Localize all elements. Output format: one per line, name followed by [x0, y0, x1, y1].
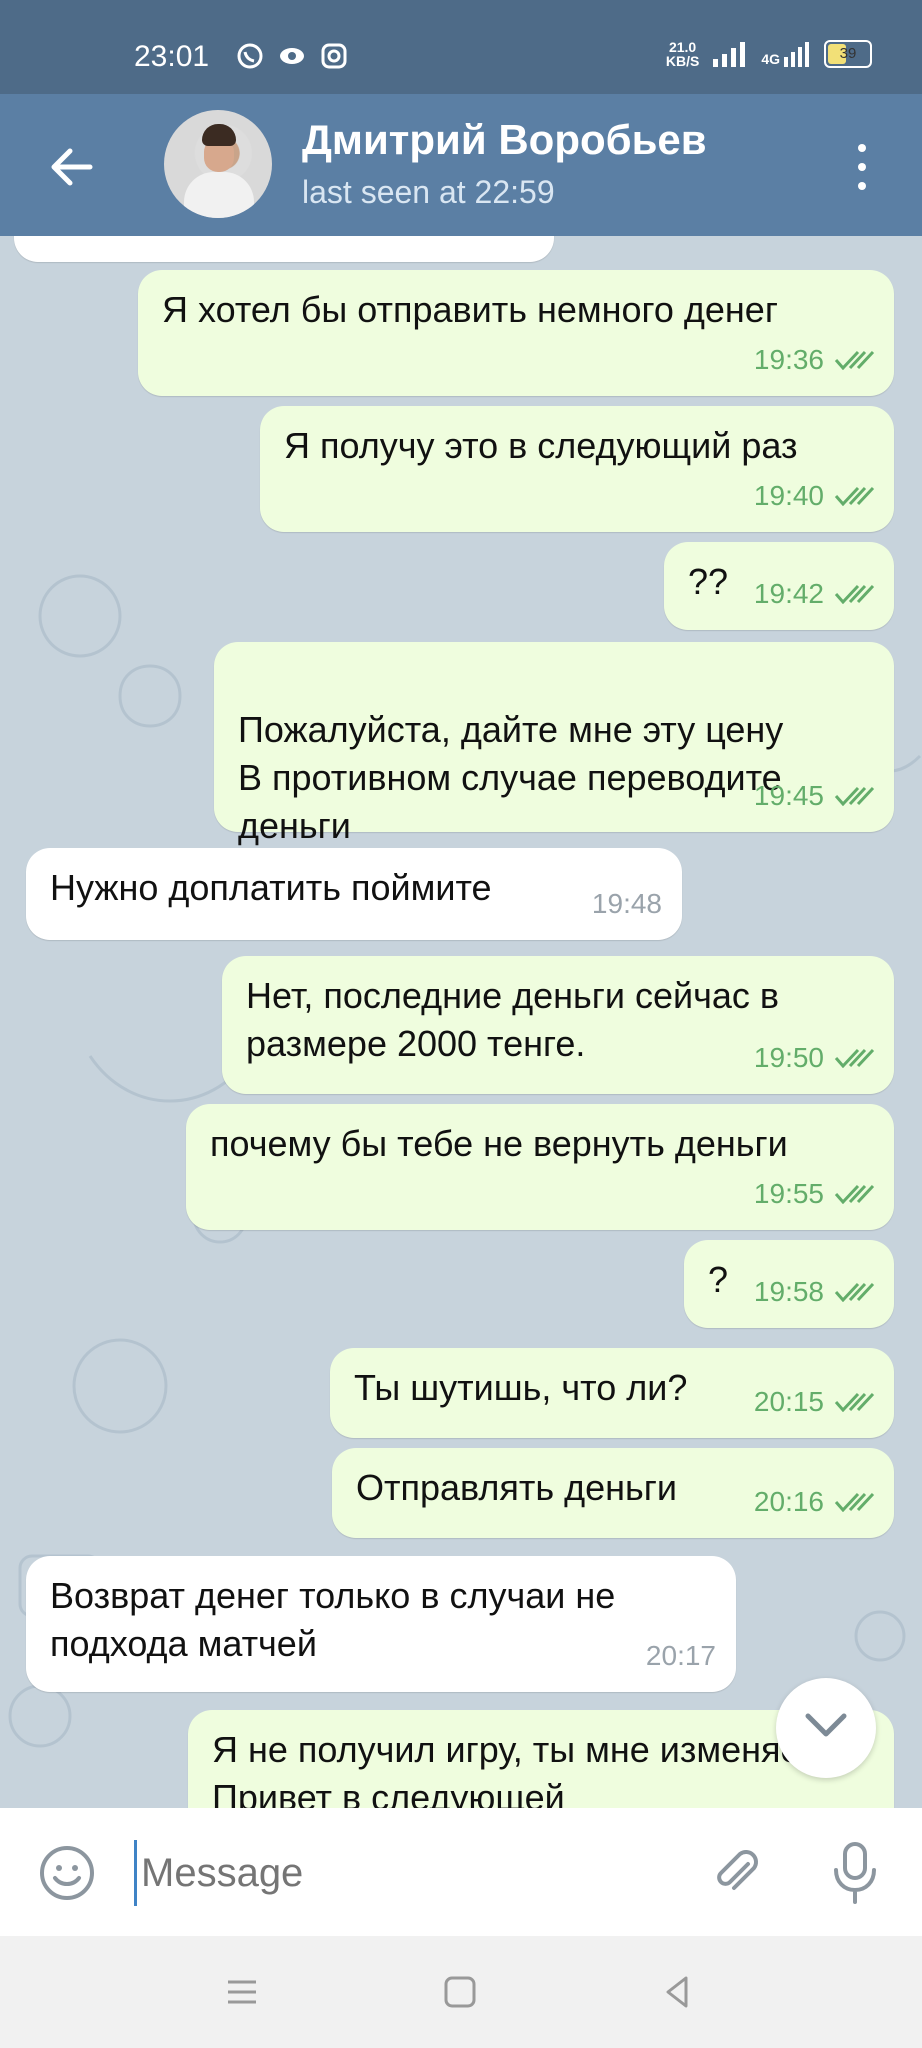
message-text: почему бы тебе не вернуть деньги — [210, 1123, 788, 1164]
status-bar: 23:01 21.0 KB/S 4G 39 — [0, 0, 922, 94]
status-notification-icons — [236, 42, 348, 70]
emoji-icon[interactable] — [38, 1844, 96, 1902]
message-bubble-outgoing[interactable]: Я получу это в следующий раз 19:40 — [260, 406, 894, 532]
message-time: 19:50 — [753, 1042, 824, 1073]
message-meta: 19:58 — [754, 1268, 876, 1316]
message-bubble-outgoing[interactable]: почему бы тебе не вернуть деньги 19:55 — [186, 1104, 894, 1230]
message-time: 19:45 — [753, 780, 824, 811]
double-check-icon — [834, 1184, 875, 1204]
chevron-down-icon — [805, 1713, 847, 1737]
contact-name[interactable]: Дмитрий Воробьев — [302, 116, 707, 164]
message-meta: 20:15 — [754, 1378, 876, 1426]
chat-header: Дмитрий Воробьев last seen at 22:59 — [0, 94, 922, 236]
battery-level: 39 — [839, 45, 857, 62]
message-text: Я получу это в следующий раз — [284, 425, 798, 466]
message-bubble-outgoing[interactable]: Пожалуйста, дайте мне эту цену В противн… — [214, 642, 894, 846]
message-bubble-outgoing[interactable]: Ты шутишь, что ли? 20:15 — [330, 1348, 894, 1438]
message-meta: 20:16 — [754, 1478, 876, 1526]
battery-icon: 39 — [824, 40, 872, 68]
microphone-icon[interactable] — [828, 1840, 882, 1906]
back-arrow-icon[interactable] — [44, 139, 100, 195]
message-meta: 19:36 — [754, 336, 876, 384]
message-text: Я не получил игру, ты мне изменяешь. При… — [212, 1729, 859, 1808]
message-meta: 19:50 — [754, 1034, 876, 1082]
message-time: 19:36 — [753, 344, 824, 375]
eye-icon — [280, 48, 304, 64]
message-time: 19:55 — [753, 1178, 824, 1209]
double-check-icon — [834, 350, 875, 370]
message-time: 19:48 — [591, 888, 662, 919]
scroll-to-bottom-button[interactable] — [776, 1678, 876, 1778]
message-meta: 19:40 — [754, 472, 876, 520]
signal-icon — [784, 42, 809, 67]
avatar[interactable] — [164, 110, 272, 218]
whatsapp-icon — [237, 43, 263, 69]
double-check-icon — [834, 786, 875, 806]
message-text: Я хотел бы отправить немного денег — [162, 289, 778, 330]
double-check-icon — [834, 584, 875, 604]
message-input[interactable] — [134, 1840, 663, 1906]
message-time: 20:15 — [753, 1386, 824, 1417]
double-check-icon — [834, 1282, 875, 1302]
message-time: 19:58 — [753, 1276, 824, 1307]
message-time: 19:42 — [753, 578, 824, 609]
back-icon[interactable] — [656, 1970, 700, 2014]
network-4g: 4G — [761, 41, 810, 67]
network-speed: 21.0 KB/S — [666, 40, 699, 68]
message-bubble-outgoing[interactable]: ? 19:58 — [684, 1240, 894, 1328]
message-meta: 19:42 — [754, 570, 876, 618]
message-bubble-incoming[interactable]: Возврат денег только в случаи не подхода… — [26, 1556, 736, 1692]
menu-icon[interactable] — [220, 1970, 264, 2014]
chat-messages[interactable]: Я хотел бы отправить немного денег 19:36… — [0, 236, 922, 1808]
message-time: 20:16 — [753, 1486, 824, 1517]
instagram-icon — [321, 43, 347, 69]
system-navigation-bar — [0, 1936, 922, 2048]
more-options-icon[interactable] — [846, 144, 878, 190]
message-bubble-incoming[interactable]: Нужно доплатить поймите 19:48 — [26, 848, 682, 940]
message-bubble-outgoing[interactable]: Отправлять деньги 20:16 — [332, 1448, 894, 1538]
message-meta: 20:17 — [646, 1632, 716, 1680]
message-bubble-outgoing[interactable]: ?? 19:42 — [664, 542, 894, 630]
network-type: 4G — [761, 51, 780, 67]
message-composer — [0, 1808, 922, 1936]
status-time: 23:01 — [134, 40, 210, 73]
last-seen-status: last seen at 22:59 — [302, 174, 555, 210]
message-time: 20:17 — [645, 1640, 716, 1671]
message-text: Возврат денег только в случаи не подхода… — [50, 1575, 616, 1664]
double-check-icon — [834, 1392, 875, 1412]
message-text: Нужно доплатить поймите — [50, 867, 492, 908]
message-bubble-outgoing[interactable]: Нет, последние деньги сейчас в размере 2… — [222, 956, 894, 1094]
message-bubble-incoming-partial — [14, 236, 554, 262]
message-meta: 19:48 — [592, 880, 662, 928]
double-check-icon — [834, 1492, 875, 1512]
speed-unit: KB/S — [665, 53, 700, 69]
double-check-icon — [834, 1048, 875, 1068]
home-icon[interactable] — [438, 1970, 482, 2014]
double-check-icon — [834, 486, 875, 506]
speed-value: 21.0 — [668, 39, 697, 55]
message-time: 19:40 — [753, 480, 824, 511]
message-meta: 19:55 — [754, 1170, 876, 1218]
message-bubble-outgoing[interactable]: Я хотел бы отправить немного денег 19:36 — [138, 270, 894, 396]
status-system-icons: 21.0 KB/S 4G 39 — [666, 40, 872, 68]
message-meta: 19:45 — [754, 772, 876, 820]
paperclip-icon[interactable] — [708, 1844, 764, 1900]
signal-icon — [713, 42, 746, 67]
